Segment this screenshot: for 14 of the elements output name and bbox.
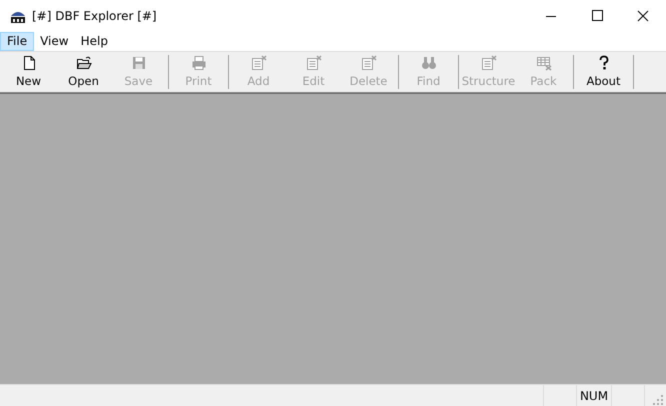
menu-item[interactable]: Help bbox=[74, 32, 114, 51]
document-icon bbox=[360, 55, 376, 71]
num-lock-indicator: NUM bbox=[580, 388, 608, 402]
grid-icon bbox=[536, 55, 552, 71]
document-icon bbox=[480, 55, 496, 71]
binoculars-icon bbox=[420, 55, 436, 71]
resize-grip-icon[interactable] bbox=[652, 394, 664, 406]
printer-icon bbox=[190, 55, 206, 71]
window-title: [#] DBF Explorer [#] bbox=[32, 9, 157, 23]
document-icon bbox=[306, 55, 322, 71]
document-icon bbox=[250, 55, 266, 71]
folder-icon bbox=[76, 55, 92, 71]
menu-item[interactable]: View bbox=[34, 32, 75, 51]
menu-item[interactable]: File bbox=[0, 32, 34, 51]
